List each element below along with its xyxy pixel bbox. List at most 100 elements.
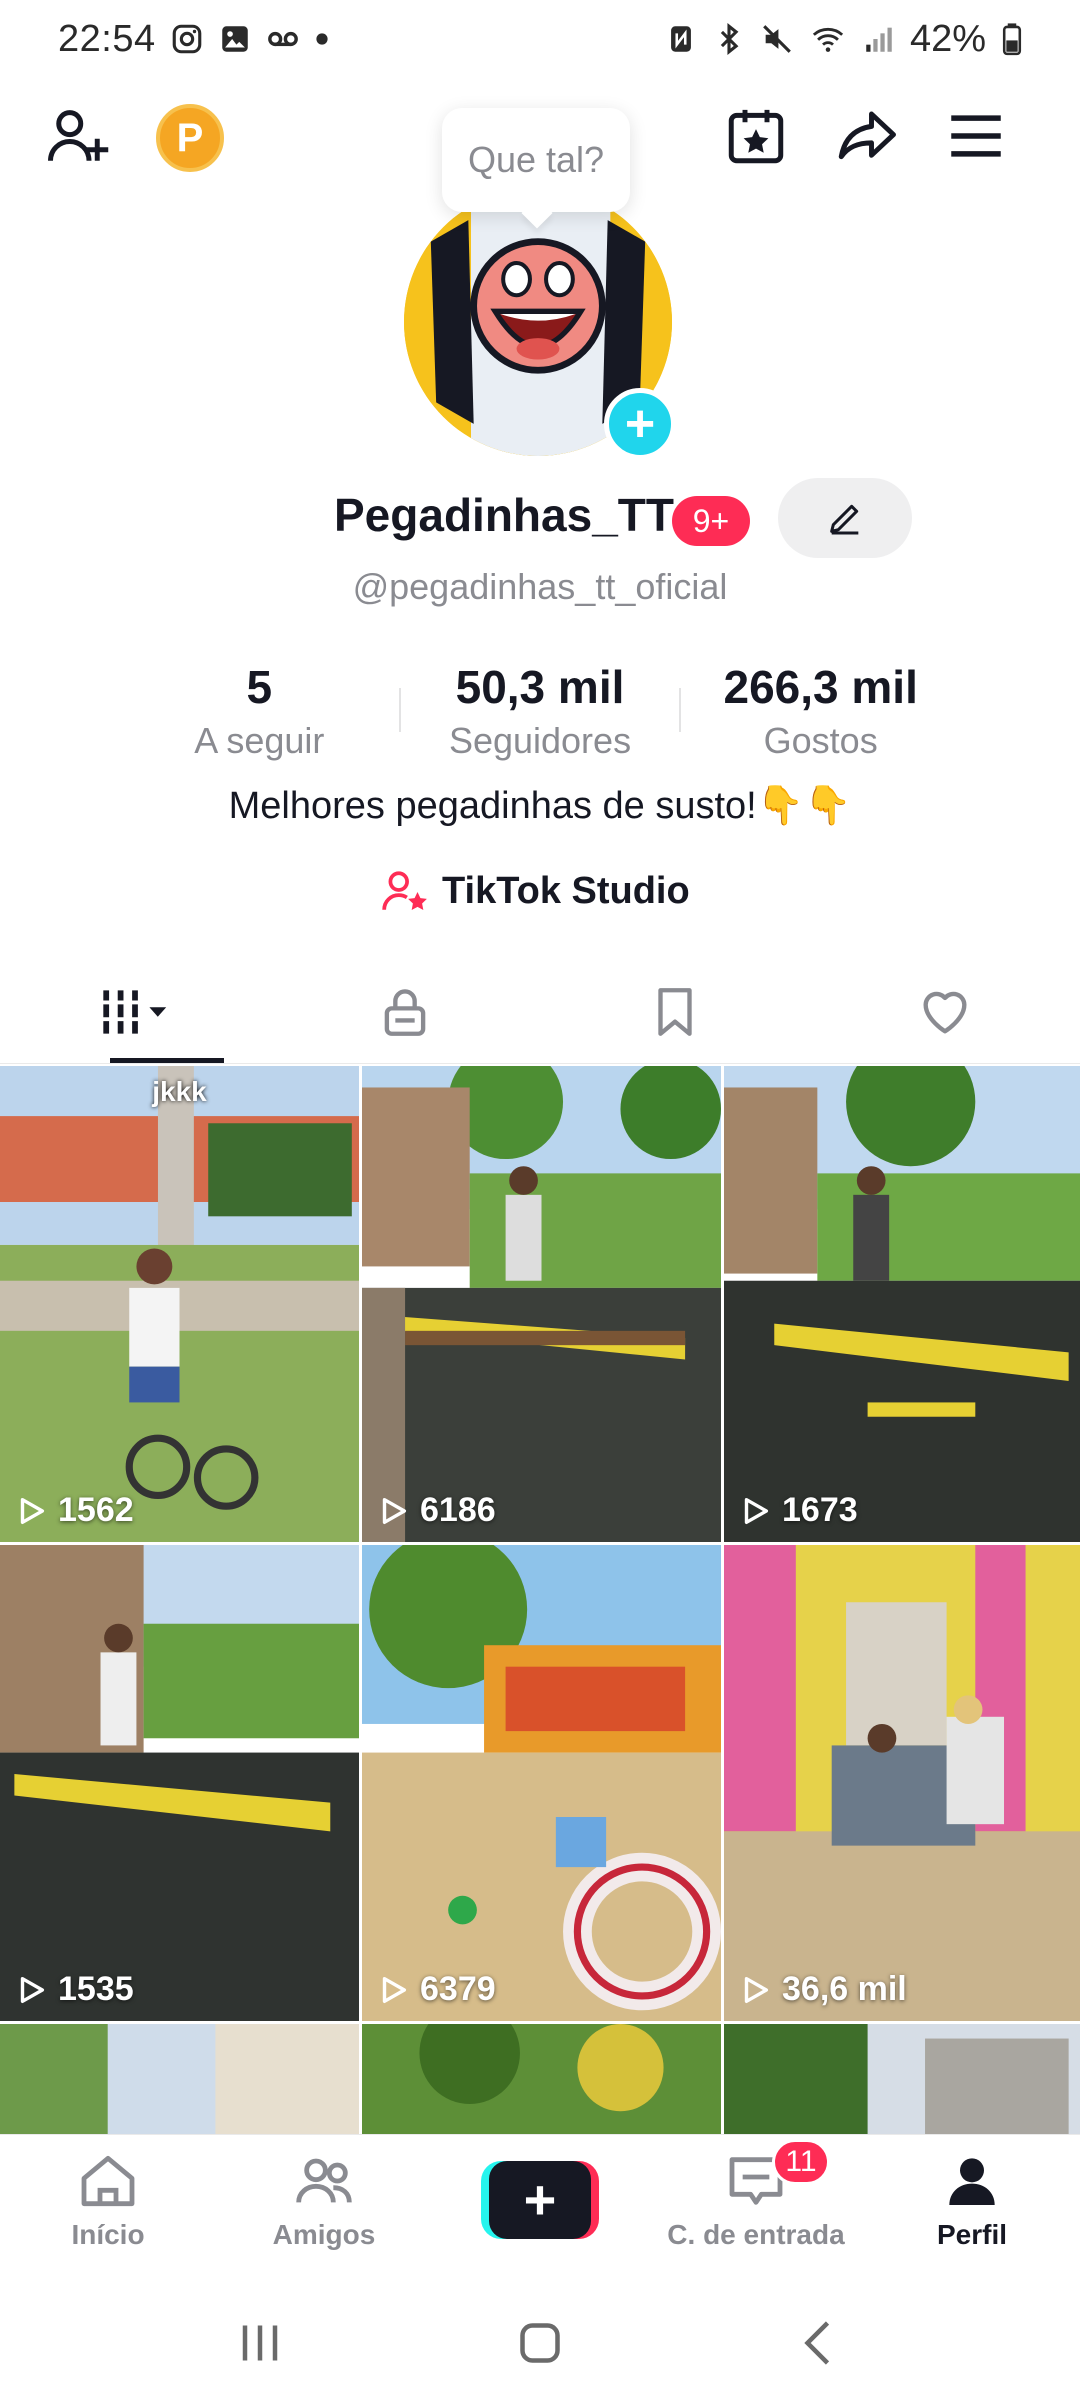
status-bar: 22:54 42% (0, 0, 1080, 78)
wifi-icon (808, 22, 848, 56)
play-icon (20, 1497, 45, 1524)
studio-person-star-icon (382, 871, 427, 910)
clock: 22:54 (58, 17, 156, 60)
status-left: 22:54 (58, 18, 330, 61)
instagram-icon (170, 22, 204, 56)
battery-icon (1000, 22, 1024, 56)
back-button[interactable] (790, 2313, 850, 2378)
stat-value: 5 (246, 661, 273, 713)
menu-button[interactable] (936, 96, 1016, 176)
system-nav-bar (0, 2282, 1080, 2408)
home-square-icon (520, 2322, 560, 2363)
edit-profile-button[interactable] (778, 478, 912, 558)
thumbnail-image (0, 1545, 359, 2021)
video-thumbnail[interactable] (362, 2024, 721, 2134)
stat-value: 266,3 mil (723, 661, 918, 713)
video-thumbnail[interactable]: jkkk 1562 (0, 1066, 359, 1542)
play-icon (20, 1976, 45, 2003)
stat-following[interactable]: 5 A seguir (120, 660, 399, 761)
play-icon (744, 1497, 769, 1524)
friends-icon (296, 2158, 352, 2203)
video-thumbnail[interactable]: 36,6 mil (724, 1545, 1080, 2021)
create-button[interactable]: + (481, 2161, 599, 2239)
notification-badge[interactable]: 9+ (672, 496, 750, 546)
voicemail-icon (266, 22, 300, 56)
play-icon (382, 1497, 407, 1524)
pencil-icon (830, 504, 859, 535)
video-thumbnail[interactable] (724, 2024, 1080, 2134)
video-thumbnail[interactable]: 6379 (362, 1545, 721, 2021)
bottom-nav: Início Amigos + 11 C. de entrada Perfil (0, 2134, 1080, 2282)
share-profile-button[interactable] (826, 96, 906, 176)
view-count: 6186 (376, 1491, 496, 1530)
view-count-value: 1535 (58, 1970, 134, 2008)
view-count-value: 6186 (420, 1491, 496, 1529)
mute-icon (760, 22, 794, 56)
video-thumbnail[interactable]: 1535 (0, 1545, 359, 2021)
dot-icon (314, 22, 330, 56)
home-icon (81, 2155, 135, 2207)
thumbnail-image (362, 1066, 721, 1542)
stat-label: A seguir (194, 720, 325, 761)
calendar-star-icon (728, 109, 784, 164)
tab-underline (110, 1058, 224, 1063)
add-friend-icon (48, 110, 109, 161)
view-count: 6379 (376, 1970, 496, 2009)
tab-private[interactable] (270, 960, 540, 1063)
view-count-value: 1562 (58, 1491, 134, 1529)
video-thumbnail[interactable]: 6186 (362, 1066, 721, 1542)
coin-button[interactable]: P (156, 104, 224, 172)
tab-videos[interactable] (0, 960, 270, 1063)
gallery-icon (218, 22, 252, 56)
inbox-badge: 11 (772, 2139, 830, 2185)
video-thumbnail[interactable]: 1673 (724, 1066, 1080, 1542)
tiktok-studio-link[interactable]: TikTok Studio (380, 866, 690, 916)
profile-name-row: Pegadinhas_TT 9+ (0, 478, 1080, 558)
nav-profile[interactable]: Perfil (864, 2135, 1080, 2282)
thumbnail-image (724, 1066, 1080, 1542)
view-count: 36,6 mil (738, 1970, 907, 2009)
signal-icon (862, 22, 896, 56)
bluetooth-icon (712, 22, 746, 56)
thumbnail-image (362, 2024, 721, 2134)
nav-label: Perfil (936, 2219, 1008, 2250)
thumbnail-image (0, 2024, 359, 2134)
view-count-value: 6379 (420, 1970, 496, 2008)
calendar-button[interactable] (716, 96, 796, 176)
view-count: 1562 (14, 1491, 134, 1530)
plus-icon: + (624, 395, 656, 453)
stat-followers[interactable]: 50,3 mil Seguidores (401, 660, 680, 761)
nfc-icon (664, 22, 698, 56)
nav-create[interactable]: + (432, 2135, 648, 2282)
add-friend-button[interactable] (38, 96, 118, 176)
tab-saved[interactable] (540, 960, 810, 1063)
profile-bio: Melhores pegadinhas de susto!👇👇 (228, 785, 852, 827)
nav-home[interactable]: Início (0, 2135, 216, 2282)
tooltip-bubble[interactable]: Que tal? (442, 108, 630, 212)
nav-inbox[interactable]: 11 C. de entrada (648, 2135, 864, 2282)
coin-icon: P (176, 115, 204, 160)
recent-apps-icon (242, 2325, 278, 2360)
username: Pegadinhas_TT (334, 489, 674, 541)
play-icon (382, 1976, 407, 2003)
video-thumbnail[interactable] (0, 2024, 359, 2134)
video-caption-overlay: jkkk (152, 1076, 207, 1107)
lock-icon (384, 988, 426, 1036)
nav-friends[interactable]: Amigos (216, 2135, 432, 2282)
stat-label: Gostos (763, 720, 878, 761)
profile-tabs (0, 960, 1080, 1064)
home-system-button[interactable] (510, 2313, 570, 2378)
play-icon (744, 1976, 769, 2003)
thumbnail-image (362, 1545, 721, 2021)
recent-apps-button[interactable] (230, 2313, 290, 2378)
menu-icon (951, 115, 1001, 157)
add-avatar-button[interactable]: + (604, 388, 676, 460)
share-icon (838, 111, 896, 160)
tab-liked[interactable] (810, 960, 1080, 1063)
thumbnail-image (724, 1545, 1080, 2021)
heart-icon (923, 991, 967, 1034)
nav-label: Amigos (272, 2219, 376, 2250)
stat-likes[interactable]: 266,3 mil Gostos (681, 660, 960, 761)
view-count: 1673 (738, 1491, 858, 1530)
nav-label: C. de entrada (667, 2219, 845, 2250)
